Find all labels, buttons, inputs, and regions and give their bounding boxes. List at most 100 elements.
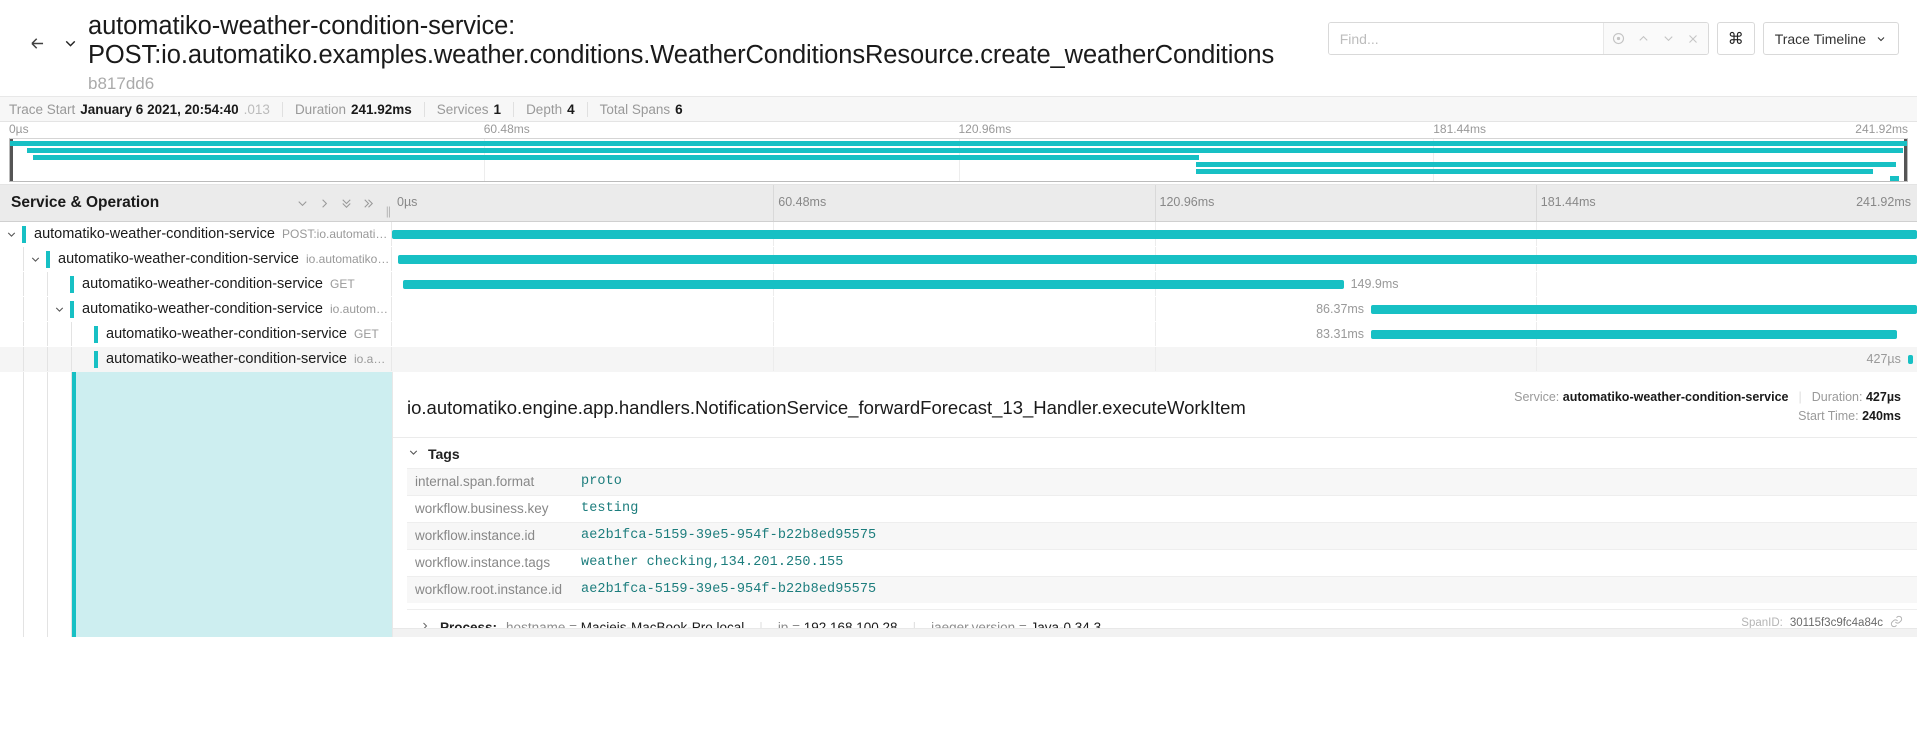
- indent-guide: [0, 372, 24, 637]
- span-bar[interactable]: [1371, 330, 1898, 339]
- minimap-tick: 0µs: [9, 122, 29, 136]
- span-bar[interactable]: [402, 280, 1344, 289]
- keyboard-shortcuts-button[interactable]: ⌘: [1716, 22, 1755, 55]
- span-service-name: automatiko-weather-condition-service: [82, 301, 323, 317]
- span-expand-toggle[interactable]: [24, 253, 46, 266]
- trace-meta-bar: Trace Start January 6 2021, 20:54:40.013…: [0, 96, 1917, 122]
- timeline-gridline: [773, 297, 775, 321]
- tags-section-toggle[interactable]: Tags: [393, 438, 1917, 468]
- span-row-label[interactable]: automatiko-weather-condition-service GET: [0, 272, 392, 296]
- span-row-timeline[interactable]: 86.37ms: [392, 297, 1917, 321]
- find-next-icon[interactable]: [1656, 23, 1681, 54]
- span-row-timeline[interactable]: 149.9ms: [392, 272, 1917, 296]
- collapse-all-icon[interactable]: [336, 193, 356, 213]
- chevron-down-icon: [55, 306, 63, 312]
- span-row-label[interactable]: automatiko-weather-condition-service io.a…: [0, 347, 392, 371]
- target-icon[interactable]: [1606, 23, 1631, 54]
- span-color-swatch: [70, 275, 74, 293]
- span-row-timeline[interactable]: [392, 222, 1917, 246]
- chevron-down-icon: [31, 256, 39, 262]
- span-row-label[interactable]: automatiko-weather-condition-service POST…: [0, 222, 392, 246]
- back-button[interactable]: [22, 28, 52, 58]
- span-service-name: automatiko-weather-condition-service: [106, 351, 347, 367]
- span-bar[interactable]: [1907, 355, 1914, 364]
- tag-value: ae2b1fca-5159-39e5-954f-b22b8ed95575: [581, 528, 877, 543]
- timeline-tick-label: 181.44ms: [1540, 195, 1596, 209]
- indent-guide: [24, 272, 48, 296]
- span-detail-header: io.automatiko.engine.app.handlers.Notifi…: [393, 372, 1917, 438]
- span-color-swatch: [46, 250, 50, 268]
- tag-row: workflow.root.instance.id ae2b1fca-5159-3…: [407, 576, 1917, 603]
- span-operation-name: io.automatiko.engine.app.h…: [305, 252, 391, 266]
- meta-label: Depth: [526, 101, 563, 117]
- find-actions: [1602, 23, 1708, 54]
- chevron-down-icon: [1877, 36, 1885, 41]
- span-bar[interactable]: [1371, 305, 1917, 314]
- span-service-name: automatiko-weather-condition-service: [82, 276, 323, 292]
- indent-guide: [0, 247, 24, 271]
- span-rows: automatiko-weather-condition-service POST…: [0, 222, 1917, 372]
- timeline-gridline: [1535, 185, 1537, 221]
- tree-controls: [292, 193, 392, 213]
- tags-table: internal.span.format proto workflow.busine…: [407, 468, 1917, 603]
- service-label-group: Service: automatiko-weather-condition-se…: [1514, 388, 1788, 407]
- indent-guide: [24, 347, 48, 371]
- span-row[interactable]: automatiko-weather-condition-service io.a…: [0, 247, 1917, 272]
- panel-bottom-strip: [393, 628, 1917, 637]
- chevron-down-icon: [407, 446, 420, 462]
- span-row-label[interactable]: automatiko-weather-condition-service GET: [0, 322, 392, 346]
- tag-key: workflow.root.instance.id: [415, 582, 563, 597]
- span-bar[interactable]: [392, 230, 1917, 239]
- span-row-timeline[interactable]: 427µs: [392, 347, 1917, 371]
- span-row[interactable]: automatiko-weather-condition-service io.a…: [0, 347, 1917, 372]
- span-row-label[interactable]: automatiko-weather-condition-service io.a…: [0, 247, 392, 271]
- tag-key: workflow.instance.tags: [415, 555, 551, 570]
- span-detail-wrap: io.automatiko.engine.app.handlers.Notifi…: [0, 372, 1917, 637]
- tag-value: testing: [581, 501, 639, 516]
- trace-minimap[interactable]: 0µs 60.48ms 120.96ms 181.44ms 241.92ms: [0, 122, 1917, 185]
- expand-one-icon[interactable]: [314, 193, 334, 213]
- service-operation-header: Service & Operation ||: [0, 185, 392, 221]
- span-service-name: automatiko-weather-condition-service: [58, 251, 299, 267]
- span-bar[interactable]: [398, 255, 1917, 264]
- find-prev-icon[interactable]: [1631, 23, 1656, 54]
- span-row-timeline[interactable]: 83.31ms: [392, 322, 1917, 346]
- timeline-gridline: [1535, 272, 1537, 296]
- indent-guide: [48, 372, 72, 637]
- tag-value: proto: [581, 474, 623, 489]
- meta-value: 6: [675, 101, 683, 117]
- minimap-viewport[interactable]: [9, 138, 1908, 182]
- span-row-timeline[interactable]: [392, 247, 1917, 271]
- span-duration-label: 149.9ms: [1350, 277, 1399, 291]
- span-operation-name: GET: [329, 277, 355, 291]
- collapse-one-icon[interactable]: [292, 193, 312, 213]
- indent-guide: [0, 347, 24, 371]
- span-row[interactable]: automatiko-weather-condition-service GET 1…: [0, 272, 1917, 297]
- close-icon[interactable]: [1681, 23, 1706, 54]
- indent-guide: [0, 297, 24, 321]
- column-resize-handle[interactable]: ||: [386, 204, 391, 218]
- service-label: Service:: [1514, 390, 1560, 404]
- header-toolbar: ⌘ Trace Timeline: [1327, 22, 1899, 55]
- span-color-swatch: [94, 350, 98, 368]
- span-row[interactable]: automatiko-weather-condition-service io.a…: [0, 297, 1917, 322]
- meta-divider: |: [1798, 390, 1802, 404]
- title-collapse-toggle[interactable]: [62, 35, 79, 57]
- search-input[interactable]: [1328, 23, 1603, 54]
- view-selector[interactable]: Trace Timeline: [1762, 22, 1899, 55]
- span-duration-label: 427µs: [1866, 352, 1901, 366]
- span-duration-label: 86.37ms: [1316, 302, 1365, 316]
- span-expand-toggle[interactable]: [48, 303, 70, 316]
- expand-all-icon[interactable]: [358, 193, 378, 213]
- span-service-name: automatiko-weather-condition-service: [34, 226, 275, 242]
- span-row[interactable]: automatiko-weather-condition-service POST…: [0, 222, 1917, 247]
- indent-guide: [48, 347, 72, 371]
- span-row[interactable]: automatiko-weather-condition-service GET 8…: [0, 322, 1917, 347]
- meta-trace-start: Trace Start January 6 2021, 20:54:40.013: [9, 101, 283, 117]
- timeline-gridline: [1535, 347, 1537, 371]
- span-row-label[interactable]: automatiko-weather-condition-service io.a…: [0, 297, 392, 321]
- span-operation-name: GET: [353, 327, 379, 341]
- span-expand-toggle[interactable]: [0, 228, 22, 241]
- span-duration-label: 83.31ms: [1316, 327, 1365, 341]
- trace-id: b817dd6: [88, 74, 155, 93]
